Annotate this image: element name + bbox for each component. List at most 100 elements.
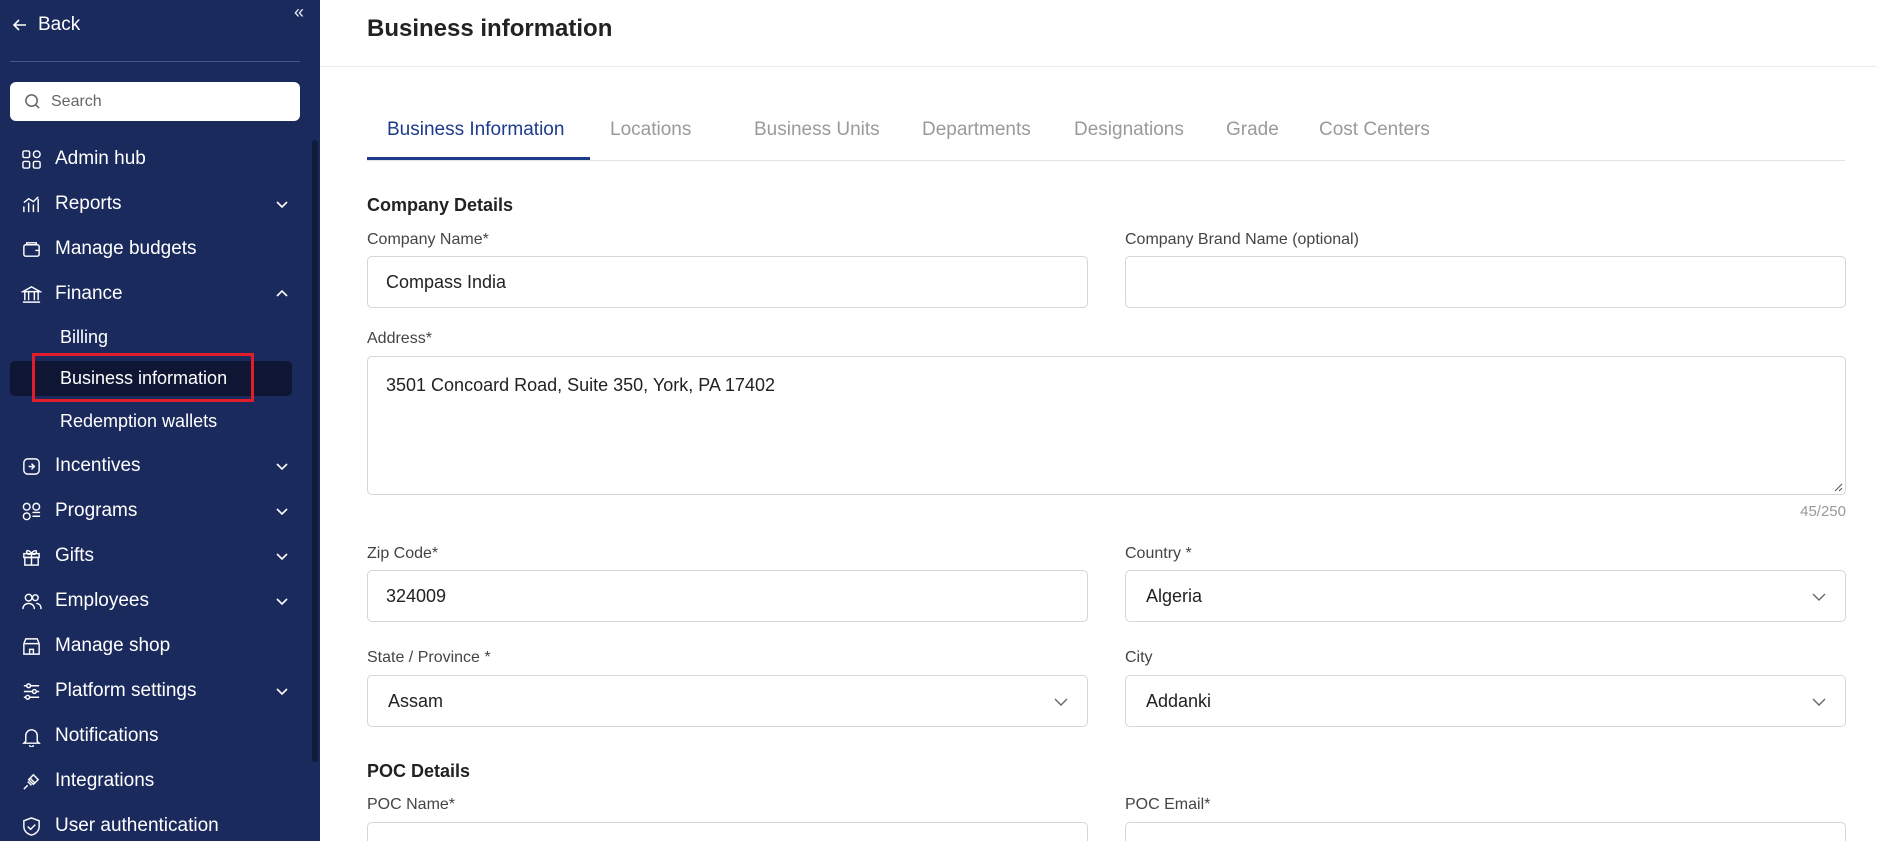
country-label: Country * <box>1125 545 1192 562</box>
chevron-down-icon <box>1054 698 1068 706</box>
poc-email-label: POC Email* <box>1125 796 1211 813</box>
tab-cost-centers[interactable]: Cost Centers <box>1319 119 1430 141</box>
sidebar-item-reports[interactable]: Reports <box>20 186 290 222</box>
bell-icon <box>20 725 42 747</box>
programs-icon <box>20 500 42 522</box>
city-select[interactable]: Addanki <box>1125 675 1846 727</box>
state-label: State / Province * <box>367 649 491 666</box>
zip-code-input[interactable] <box>386 585 1069 607</box>
tab-business-units[interactable]: Business Units <box>754 119 880 141</box>
brand-name-field[interactable] <box>1125 256 1846 308</box>
sidebar-item-employees[interactable]: Employees <box>20 583 290 619</box>
page-title: Business information <box>367 15 613 42</box>
resize-handle-icon[interactable] <box>1833 482 1843 492</box>
sidebar-search[interactable] <box>10 82 300 121</box>
sidebar-item-finance[interactable]: Finance <box>20 276 290 312</box>
active-tab-indicator <box>367 157 590 160</box>
address-textarea[interactable]: 3501 Concoard Road, Suite 350, York, PA … <box>368 357 1845 494</box>
users-icon <box>20 590 42 612</box>
shop-icon <box>20 635 42 657</box>
sidebar-subitem-label: Redemption wallets <box>60 410 218 431</box>
city-label: City <box>1125 649 1153 666</box>
search-input[interactable] <box>51 92 281 111</box>
city-selected-value: Addanki <box>1146 690 1212 711</box>
sidebar-item-programs[interactable]: Programs <box>20 493 290 529</box>
chevron-down-icon <box>276 201 288 209</box>
country-selected-value: Algeria <box>1146 585 1203 606</box>
sidebar-item-admin-hub[interactable]: Admin hub <box>20 141 290 177</box>
company-name-input[interactable] <box>386 271 1069 293</box>
bank-icon <box>20 283 42 305</box>
main-content: Business information Business Informatio… <box>320 0 1877 841</box>
sidebar-item-platform-settings[interactable]: Platform settings <box>20 673 290 709</box>
sidebar-item-manage-shop[interactable]: Manage shop <box>20 628 290 664</box>
sidebar-item-gifts[interactable]: Gifts <box>20 538 290 574</box>
company-details-heading: Company Details <box>367 195 514 215</box>
sidebar-scrollbar[interactable] <box>312 140 318 762</box>
chevron-down-icon <box>276 463 288 471</box>
sidebar-divider <box>10 61 300 62</box>
zip-code-label: Zip Code* <box>367 545 439 562</box>
zip-code-field[interactable] <box>367 570 1088 622</box>
company-name-field[interactable] <box>367 256 1088 308</box>
arrow-left-icon <box>12 19 26 31</box>
tab-business-information[interactable]: Business Information <box>387 119 564 141</box>
chevron-up-icon <box>276 289 288 297</box>
sidebar-item-label: Notifications <box>55 725 159 746</box>
poc-name-field[interactable] <box>367 822 1088 841</box>
tab-departments[interactable]: Departments <box>922 119 1031 141</box>
shield-icon <box>20 815 42 837</box>
address-label: Address* <box>367 330 432 347</box>
company-name-label: Company Name* <box>367 231 489 248</box>
sidebar-item-label: Finance <box>55 283 123 304</box>
sidebar-item-user-authentication[interactable]: User authentication <box>20 808 290 841</box>
address-char-counter: 45/250 <box>1800 503 1846 520</box>
poc-details-heading: POC Details <box>367 761 471 781</box>
state-selected-value: Assam <box>388 690 444 711</box>
sidebar-item-label: Programs <box>55 500 138 521</box>
sidebar-item-label: Incentives <box>55 455 141 476</box>
chevron-down-icon <box>1812 698 1826 706</box>
brand-name-label: Company Brand Name (optional) <box>1125 231 1359 248</box>
sidebar-subitem-billing[interactable]: Billing <box>60 320 108 354</box>
tab-locations[interactable]: Locations <box>610 119 691 141</box>
sidebar: « Back Admin hub Reports Manage budgets … <box>0 0 320 841</box>
poc-email-field[interactable] <box>1125 822 1846 841</box>
sidebar-item-label: Gifts <box>55 545 95 566</box>
search-icon <box>25 94 40 109</box>
sidebar-subitem-redemption-wallets[interactable]: Redemption wallets <box>60 404 217 438</box>
sidebar-item-label: Manage shop <box>55 635 171 656</box>
grid-icon <box>20 148 42 170</box>
sidebar-subitem-label: Billing <box>60 326 109 347</box>
chevron-down-icon <box>276 598 288 606</box>
back-button[interactable]: Back <box>12 14 80 36</box>
sidebar-item-manage-budgets[interactable]: Manage budgets <box>20 231 290 267</box>
chevron-down-icon <box>276 553 288 561</box>
poc-name-label: POC Name* <box>367 796 456 813</box>
gift-icon <box>20 545 42 567</box>
sidebar-item-label: Reports <box>55 193 122 214</box>
sidebar-item-notifications[interactable]: Notifications <box>20 718 290 754</box>
sidebar-item-label: Admin hub <box>55 148 146 169</box>
highlight-annotation <box>32 353 254 402</box>
chevron-down-icon <box>276 688 288 696</box>
country-select[interactable]: Algeria <box>1125 570 1846 622</box>
sidebar-item-label: Manage budgets <box>55 238 197 259</box>
sidebar-item-label: Employees <box>55 590 149 611</box>
collapse-sidebar-icon[interactable]: « <box>294 2 304 23</box>
brand-name-input[interactable] <box>1144 271 1827 293</box>
sidebar-item-incentives[interactable]: Incentives <box>20 448 290 484</box>
tab-bar: Business Information Locations Business … <box>367 105 1845 161</box>
address-textarea-box[interactable]: 3501 Concoard Road, Suite 350, York, PA … <box>367 356 1846 495</box>
chevron-down-icon <box>1812 593 1826 601</box>
back-label: Back <box>38 14 81 35</box>
tab-designations[interactable]: Designations <box>1074 119 1184 141</box>
state-select[interactable]: Assam <box>367 675 1088 727</box>
tab-grade[interactable]: Grade <box>1226 119 1279 141</box>
chevron-down-icon <box>276 508 288 516</box>
sidebar-item-label: User authentication <box>55 815 219 836</box>
sidebar-item-label: Integrations <box>55 770 155 791</box>
budget-icon <box>20 238 42 260</box>
bar-chart-icon <box>20 193 42 215</box>
sidebar-item-integrations[interactable]: Integrations <box>20 763 290 799</box>
